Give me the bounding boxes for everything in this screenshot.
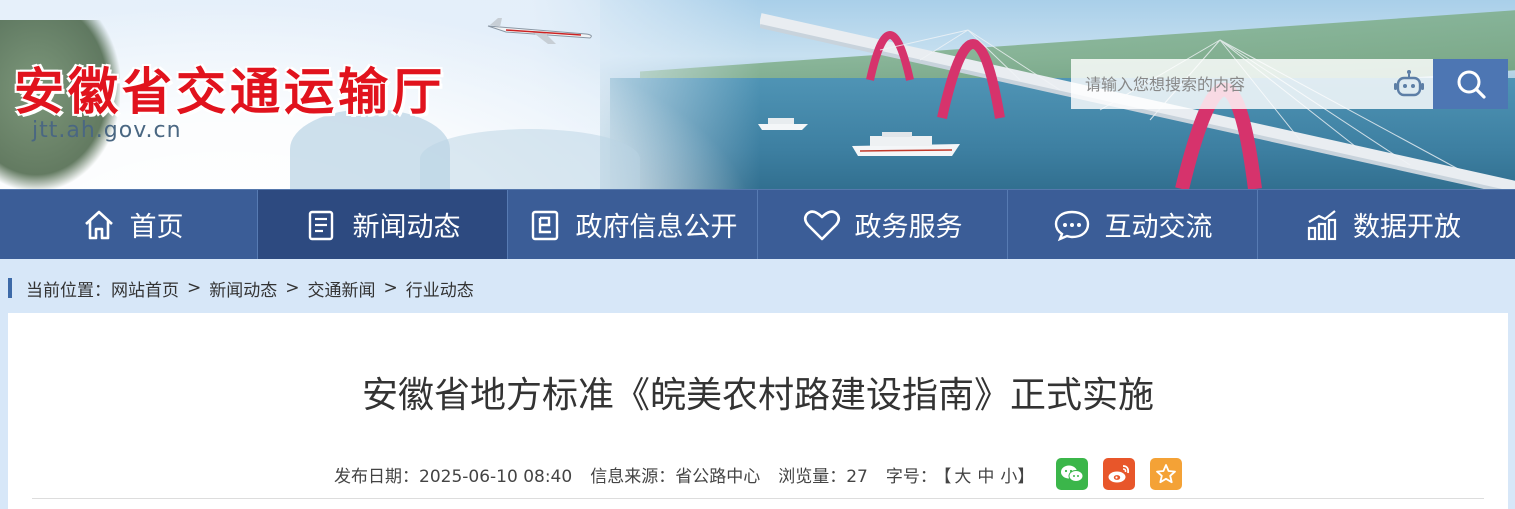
nav-label: 新闻动态 [352, 212, 461, 243]
heart-icon [803, 209, 840, 240]
search-box [1071, 59, 1433, 109]
chart-icon [1307, 209, 1337, 240]
font-size-small[interactable]: 小 [1000, 467, 1017, 487]
view-count: 浏览量：27 [778, 462, 868, 487]
news-icon [308, 210, 333, 240]
boat-icon [758, 118, 808, 130]
nav-item-news[interactable]: 新闻动态 [258, 190, 508, 259]
article-card: 安徽省地方标准《皖美农村路建设指南》正式实施 发布日期：2025-06-10 0… [8, 313, 1508, 509]
site-logo-title[interactable]: 安徽省交通运输厅 [14, 52, 446, 124]
nav-label: 数据开放 [1353, 212, 1461, 243]
view-count-label: 浏览量： [778, 466, 847, 487]
nav-label: 政府信息公开 [575, 212, 738, 243]
info-source-value: 省公路中心 [675, 466, 761, 487]
font-size-medium[interactable]: 中 [977, 467, 994, 487]
breadcrumb-industry-news[interactable]: 行业动态 [406, 276, 474, 301]
font-size-label: 字号： [885, 466, 937, 487]
nav-item-interaction[interactable]: 互动交流 [1008, 190, 1258, 259]
banner-mountain [420, 129, 640, 189]
airplane-icon [487, 18, 592, 44]
info-public-icon [531, 210, 558, 240]
nav-item-home[interactable]: 首页 [8, 190, 258, 259]
search-button[interactable] [1433, 59, 1508, 109]
publish-date: 发布日期：2025-06-10 08:40 [334, 462, 572, 487]
nav-item-data[interactable]: 数据开放 [1258, 190, 1508, 259]
weibo-share-button[interactable] [1103, 458, 1136, 490]
breadcrumb-separator: > [383, 278, 398, 298]
font-size-control: 字号：【大中小】 [886, 462, 1035, 487]
robot-assistant-icon[interactable] [1393, 69, 1425, 99]
article-meta: 发布日期：2025-06-10 08:40 信息来源：省公路中心 浏览量：27 … [334, 458, 1197, 490]
favorite-share-button[interactable] [1150, 458, 1183, 490]
main-nav: 首页 新闻动态 政府信息公开 政务服务 互动交流 数据开放 [0, 189, 1515, 259]
search-icon [1457, 70, 1486, 99]
wechat-icon [1061, 465, 1084, 482]
info-source-label: 信息来源： [590, 466, 676, 487]
nav-label: 首页 [129, 212, 184, 243]
wechat-share-button[interactable] [1056, 458, 1089, 490]
nav-label: 互动交流 [1104, 212, 1213, 243]
weibo-icon [1108, 465, 1130, 483]
breadcrumb-prefix: 当前位置： [26, 280, 111, 301]
info-source: 信息来源：省公路中心 [590, 462, 760, 487]
view-count-value: 27 [846, 466, 868, 487]
breadcrumb-transport-news[interactable]: 交通新闻 [308, 276, 376, 301]
chat-icon [1054, 210, 1089, 241]
publish-date-label: 发布日期： [334, 466, 419, 487]
boat-icon [852, 132, 960, 156]
publish-date-value: 2025-06-10 08:40 [419, 466, 573, 487]
header-banner: 安徽省交通运输厅 jtt.ah.gov.cn [0, 0, 1515, 189]
star-icon [1156, 464, 1177, 484]
breadcrumb-marker [8, 278, 12, 298]
font-size-bracket-close: 】 [1017, 466, 1035, 487]
search-input[interactable] [1085, 59, 1385, 109]
home-icon [84, 210, 113, 239]
breadcrumb-separator: > [285, 278, 300, 298]
font-size-large[interactable]: 大 [954, 467, 971, 487]
font-size-bracket-open: 【 [942, 466, 952, 487]
nav-item-services[interactable]: 政务服务 [758, 190, 1008, 259]
breadcrumb: 当前位置： 网站首页 > 新闻动态 > 交通新闻 > 行业动态 [8, 276, 474, 301]
nav-item-gov-info[interactable]: 政府信息公开 [508, 190, 758, 259]
breadcrumb-separator: > [187, 278, 202, 298]
nav-label: 政务服务 [854, 212, 963, 243]
site-logo-domain: jtt.ah.gov.cn [32, 118, 182, 143]
article-title: 安徽省地方标准《皖美农村路建设指南》正式实施 [361, 375, 1154, 416]
breadcrumb-home[interactable]: 网站首页 [111, 276, 179, 301]
breadcrumb-news[interactable]: 新闻动态 [209, 276, 277, 301]
meta-divider [32, 498, 1484, 499]
